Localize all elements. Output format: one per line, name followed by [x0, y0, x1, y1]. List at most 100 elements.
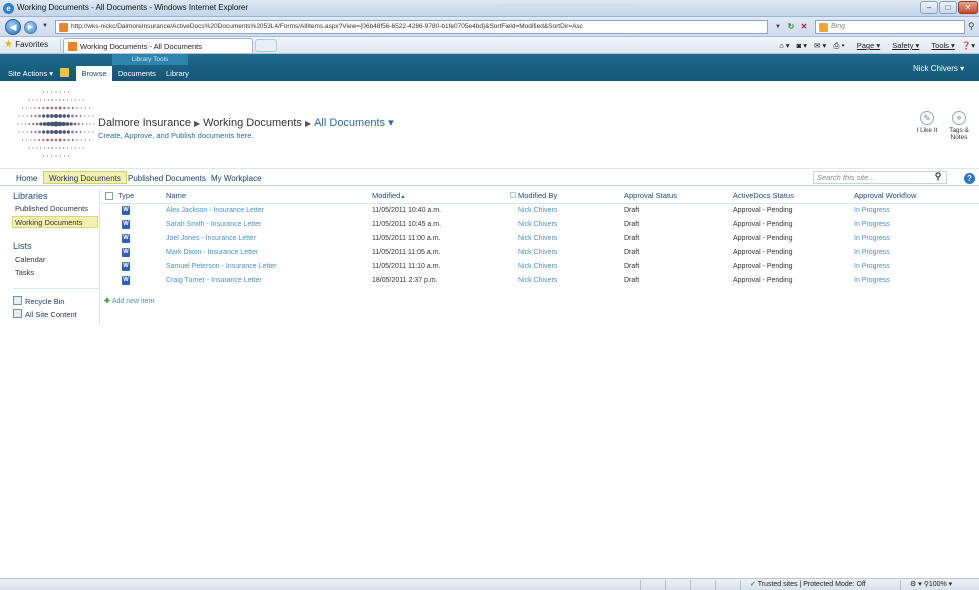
- column-header-modified[interactable]: Modified▲: [372, 191, 405, 200]
- minimize-button[interactable]: –: [920, 1, 938, 14]
- view-dropdown-icon[interactable]: ▾: [385, 117, 394, 129]
- logo-dot: [57, 121, 63, 127]
- ribbon-tab-documents[interactable]: Documents: [118, 69, 156, 78]
- logo-dot: [30, 107, 32, 109]
- nav-working-documents[interactable]: Working Documents: [43, 171, 127, 184]
- zoom-control[interactable]: ⚙ ▾ ⚲100% ▾: [910, 580, 952, 588]
- activedocs-status: Approval - Pending: [733, 249, 793, 256]
- document-name-link[interactable]: Mark Dixon - Insurance Letter: [166, 249, 258, 256]
- page-menu[interactable]: Page ▾: [852, 41, 880, 50]
- print-icon[interactable]: ⎙ ▾: [833, 41, 844, 50]
- search-icon[interactable]: ⚲: [931, 171, 945, 184]
- browser-tab-active[interactable]: Working Documents - All Documents: [63, 38, 253, 53]
- ql-item-working-documents[interactable]: Working Documents: [12, 216, 98, 228]
- ql-heading-libraries[interactable]: Libraries: [13, 191, 48, 201]
- ql-item-tasks[interactable]: Tasks: [13, 267, 99, 279]
- all-site-content-link[interactable]: All Site Content: [13, 309, 77, 319]
- site-actions-menu[interactable]: Site Actions ▾: [8, 69, 53, 78]
- document-name-link[interactable]: Alex Jackson - Insurance Letter: [166, 207, 264, 214]
- ribbon-tab-browse[interactable]: Browse: [76, 66, 112, 81]
- logo-dot: [46, 155, 48, 157]
- help-menu-icon[interactable]: ❓▾: [962, 41, 975, 50]
- ql-heading-lists[interactable]: Lists: [13, 241, 32, 251]
- ql-item-published-documents[interactable]: Published Documents: [13, 203, 99, 215]
- table-row[interactable]: W Craig Turner - Insurance Letter 18/05/…: [102, 274, 979, 288]
- ql-item-calendar[interactable]: Calendar: [13, 254, 99, 266]
- add-new-item-link[interactable]: ✚ Add new item: [104, 297, 154, 305]
- document-name-link[interactable]: Craig Turner - Insurance Letter: [166, 277, 262, 284]
- ribbon-tab-library[interactable]: Library: [166, 69, 189, 78]
- home-icon[interactable]: ⌂ ▾: [779, 41, 789, 50]
- tags-notes-button[interactable]: ⌖ Tags & Notes: [944, 111, 974, 141]
- close-button[interactable]: ✕: [958, 1, 978, 14]
- nav-my-workplace[interactable]: My Workplace: [211, 172, 262, 185]
- stop-icon[interactable]: ✕: [798, 21, 810, 33]
- feeds-icon[interactable]: ◙ ▾: [797, 41, 807, 50]
- table-row[interactable]: W Joel Jones - Insurance Letter 11/05/20…: [102, 232, 979, 246]
- logo-dot: [71, 114, 74, 118]
- modified-by-link[interactable]: Nick Chivers: [518, 221, 557, 228]
- mail-icon[interactable]: ✉ ▾: [814, 41, 826, 50]
- divider: [640, 580, 641, 590]
- i-like-it-button[interactable]: ✎ I Like It: [912, 111, 942, 134]
- forward-button[interactable]: ▶: [24, 21, 37, 34]
- breadcrumb-library[interactable]: Working Documents: [203, 117, 302, 129]
- column-header-name[interactable]: Name: [166, 191, 186, 200]
- new-tab-button[interactable]: [255, 39, 277, 52]
- nav-published-documents[interactable]: Published Documents: [128, 172, 206, 185]
- column-header-approval-status[interactable]: Approval Status: [624, 191, 677, 200]
- address-bar[interactable]: http://wks-nickc/DalmoreInsurance/Active…: [55, 20, 768, 34]
- navigate-up-icon[interactable]: [60, 68, 69, 77]
- table-row[interactable]: W Sarah Smith - Insurance Letter 11/05/2…: [102, 218, 979, 232]
- refresh-icon[interactable]: ↻: [785, 21, 797, 33]
- logo-dot: [34, 114, 37, 118]
- help-icon[interactable]: ?: [964, 173, 975, 184]
- nav-home[interactable]: Home: [16, 172, 37, 185]
- workflow-status-link[interactable]: In Progress: [854, 207, 890, 214]
- security-zone-status[interactable]: ✓ Trusted sites | Protected Mode: Off: [750, 580, 866, 588]
- recycle-bin-link[interactable]: Recycle Bin: [13, 296, 65, 306]
- column-header-activedocs-status[interactable]: ActiveDocs Status: [733, 191, 794, 200]
- web-search-input[interactable]: Bing: [815, 20, 965, 34]
- workflow-status-link[interactable]: In Progress: [854, 263, 890, 270]
- tools-menu[interactable]: Tools ▾: [926, 41, 954, 50]
- modified-by-link[interactable]: Nick Chivers: [518, 277, 557, 284]
- site-description: Create, Approve, and Publish documents h…: [98, 131, 254, 140]
- recent-pages-dropdown-icon[interactable]: ▼: [42, 23, 48, 29]
- table-row[interactable]: W Samuel Peterson - Insurance Letter 11/…: [102, 260, 979, 274]
- document-name-link[interactable]: Joel Jones - Insurance Letter: [166, 235, 256, 242]
- activedocs-status: Approval - Pending: [733, 221, 793, 228]
- address-url[interactable]: http://wks-nickc/DalmoreInsurance/Active…: [71, 23, 761, 30]
- workflow-status-link[interactable]: In Progress: [854, 249, 890, 256]
- column-header-modified-by[interactable]: Modified By: [510, 191, 557, 200]
- workflow-status-link[interactable]: In Progress: [854, 235, 890, 242]
- back-button[interactable]: ◀: [5, 19, 21, 35]
- table-row[interactable]: W Alex Jackson - Insurance Letter 11/05/…: [102, 204, 979, 218]
- tab-title: Working Documents - All Documents: [80, 42, 202, 51]
- breadcrumb-view[interactable]: All Documents: [314, 117, 385, 129]
- modified-by-link[interactable]: Nick Chivers: [518, 249, 557, 256]
- search-magnifier-icon[interactable]: ⚲: [968, 21, 975, 32]
- workflow-status-link[interactable]: In Progress: [854, 221, 890, 228]
- breadcrumb-site[interactable]: Dalmore Insurance: [98, 117, 191, 129]
- modified-by-link[interactable]: Nick Chivers: [518, 207, 557, 214]
- logo-dot: [61, 121, 66, 127]
- logo-dot: [38, 130, 41, 134]
- workflow-status-link[interactable]: In Progress: [854, 277, 890, 284]
- document-name-link[interactable]: Sarah Smith - Insurance Letter: [166, 221, 261, 228]
- logo-dot: [51, 147, 53, 149]
- site-search-input[interactable]: Search this site...: [813, 171, 947, 184]
- select-all-checkbox[interactable]: [105, 192, 113, 200]
- table-row[interactable]: W Mark Dixon - Insurance Letter 11/05/20…: [102, 246, 979, 260]
- user-menu[interactable]: Nick Chivers ▾: [913, 64, 964, 73]
- activedocs-status: Approval - Pending: [733, 235, 793, 242]
- modified-by-link[interactable]: Nick Chivers: [518, 235, 557, 242]
- modified-by-link[interactable]: Nick Chivers: [518, 263, 557, 270]
- address-dropdown-icon[interactable]: ▼: [773, 21, 783, 33]
- favorites-button[interactable]: ★ Favorites: [4, 39, 48, 51]
- column-header-type[interactable]: Type: [118, 191, 134, 200]
- column-header-approval-workflow[interactable]: Approval Workflow: [854, 191, 916, 200]
- safety-menu[interactable]: Safety ▾: [887, 41, 919, 50]
- maximize-button[interactable]: □: [939, 1, 957, 14]
- document-name-link[interactable]: Samuel Peterson - Insurance Letter: [166, 263, 277, 270]
